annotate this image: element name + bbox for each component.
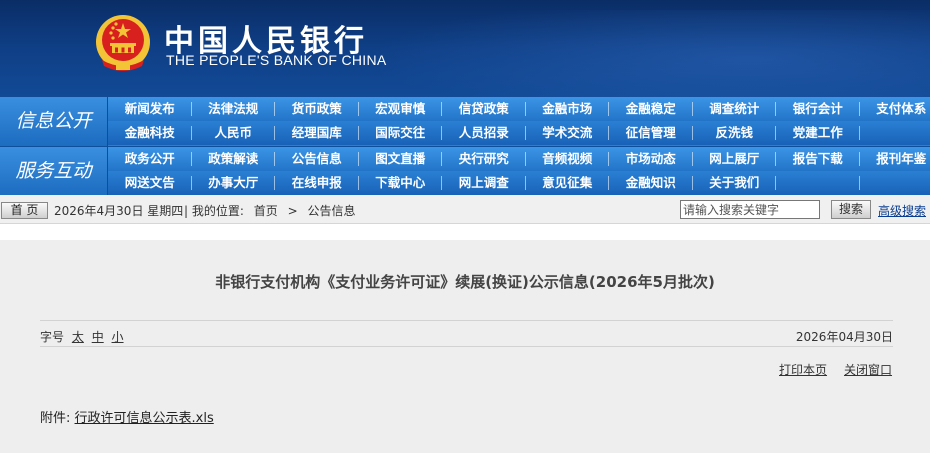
nav-item[interactable]: 党建工作 <box>776 121 860 145</box>
nav-item[interactable]: 市场动态 <box>609 147 693 171</box>
nav-item[interactable]: 金融知识 <box>609 171 693 195</box>
nav-item[interactable]: 音频视频 <box>526 147 610 171</box>
nav-item[interactable]: 关于我们 <box>693 171 777 195</box>
font-size-large[interactable]: 太 <box>72 330 84 344</box>
nav-item[interactable]: 支付体系 <box>860 97 930 121</box>
article-title: 非银行支付机构《支付业务许可证》续展(换证)公示信息(2026年5月批次) <box>215 273 715 291</box>
nav-item[interactable]: 报刊年鉴 <box>860 147 930 171</box>
close-window-link[interactable]: 关闭窗口 <box>844 361 892 378</box>
nav-item-empty <box>860 171 930 195</box>
nav-item[interactable]: 网送文告 <box>108 171 192 195</box>
nav-item[interactable]: 网上调查 <box>442 171 526 195</box>
nav-item[interactable]: 调查统计 <box>693 97 777 121</box>
nav-item[interactable]: 下载中心 <box>359 171 443 195</box>
national-emblem-icon <box>96 15 150 71</box>
nav-group-service: 服务互动 政务公开 政策解读 公告信息 图文直播 央行研究 音频视频 市场动态 … <box>0 146 930 196</box>
nav-item[interactable]: 反洗钱 <box>693 121 777 145</box>
breadcrumb-current[interactable]: 公告信息 <box>307 204 355 218</box>
nav-item-empty <box>860 121 930 145</box>
attachment-label: 附件: <box>40 411 71 426</box>
nav-row: 金融科技 人民币 经理国库 国际交往 人员招录 学术交流 征信管理 反洗钱 党建… <box>108 121 930 145</box>
nav-item[interactable]: 意见征集 <box>526 171 610 195</box>
nav-item[interactable]: 公告信息 <box>275 147 359 171</box>
nav-item[interactable]: 征信管理 <box>609 121 693 145</box>
nav-item[interactable]: 人员招录 <box>442 121 526 145</box>
nav-item[interactable]: 图文直播 <box>359 147 443 171</box>
bank-name-en: THE PEOPLE'S BANK OF CHINA <box>166 52 387 68</box>
toolbar: 首 页 2026年4月30日 星期四 | 我的位置: 首页 > 公告信息 搜索 … <box>0 195 930 224</box>
font-size-selector: 字号 太 中 小 <box>40 328 124 345</box>
nav-row: 网送文告 办事大厅 在线申报 下载中心 网上调查 意见征集 金融知识 关于我们 <box>108 171 930 195</box>
nav-item[interactable]: 办事大厅 <box>192 171 276 195</box>
nav-item[interactable]: 国际交往 <box>359 121 443 145</box>
nav-item-empty <box>776 171 860 195</box>
nav-item[interactable]: 人民币 <box>192 121 276 145</box>
breadcrumb: | 我的位置: 首页 > 公告信息 <box>184 202 361 219</box>
publish-date: 2026年04月30日 <box>795 330 893 344</box>
search-button[interactable]: 搜索 <box>831 200 871 219</box>
nav-item[interactable]: 学术交流 <box>526 121 610 145</box>
site-header: 中国人民银行 THE PEOPLE'S BANK OF CHINA <box>0 0 930 97</box>
nav-item[interactable]: 法律法规 <box>192 97 276 121</box>
nav-item[interactable]: 金融市场 <box>526 97 610 121</box>
search-input[interactable] <box>680 200 820 219</box>
nav-item[interactable]: 信贷政策 <box>442 97 526 121</box>
nav-item[interactable]: 政务公开 <box>108 147 192 171</box>
nav-row: 新闻发布 法律法规 货币政策 宏观审慎 信贷政策 金融市场 金融稳定 调查统计 … <box>108 97 930 121</box>
divider <box>40 320 893 321</box>
current-date: 2026年4月30日 星期四 <box>54 204 184 218</box>
nav-item[interactable]: 宏观审慎 <box>359 97 443 121</box>
home-button[interactable]: 首 页 <box>1 202 48 219</box>
advanced-search-link[interactable]: 高级搜索 <box>878 202 926 219</box>
header-glow <box>300 10 930 97</box>
nav-item[interactable]: 网上展厅 <box>693 147 777 171</box>
nav-group-label: 服务互动 <box>0 147 108 196</box>
nav-item[interactable]: 新闻发布 <box>108 97 192 121</box>
nav-item[interactable]: 银行会计 <box>776 97 860 121</box>
divider <box>40 346 893 347</box>
font-size-small[interactable]: 小 <box>112 330 124 344</box>
nav-item[interactable]: 在线申报 <box>275 171 359 195</box>
nav-item[interactable]: 经理国库 <box>275 121 359 145</box>
main-nav: 信息公开 新闻发布 法律法规 货币政策 宏观审慎 信贷政策 金融市场 金融稳定 … <box>0 97 930 196</box>
location-label: | 我的位置: <box>184 204 244 218</box>
breadcrumb-separator: > <box>287 204 298 218</box>
nav-item[interactable]: 金融稳定 <box>609 97 693 121</box>
nav-item[interactable]: 金融科技 <box>108 121 192 145</box>
font-size-medium[interactable]: 中 <box>92 330 104 344</box>
attachment-file-link[interactable]: 行政许可信息公示表.xls <box>75 411 214 426</box>
nav-group-info: 信息公开 新闻发布 法律法规 货币政策 宏观审慎 信贷政策 金融市场 金融稳定 … <box>0 97 930 146</box>
nav-item[interactable]: 货币政策 <box>275 97 359 121</box>
nav-item[interactable]: 政策解读 <box>192 147 276 171</box>
nav-item[interactable]: 报告下载 <box>776 147 860 171</box>
article-content: 非银行支付机构《支付业务许可证》续展(换证)公示信息(2026年5月批次) 字号… <box>0 240 930 453</box>
nav-row: 政务公开 政策解读 公告信息 图文直播 央行研究 音频视频 市场动态 网上展厅 … <box>108 147 930 171</box>
nav-group-label: 信息公开 <box>0 97 108 146</box>
attachment: 附件: 行政许可信息公示表.xls <box>40 407 214 426</box>
font-size-label: 字号 <box>40 330 65 344</box>
breadcrumb-home-link[interactable]: 首页 <box>254 204 278 218</box>
print-link[interactable]: 打印本页 <box>779 361 827 378</box>
nav-item[interactable]: 央行研究 <box>442 147 526 171</box>
